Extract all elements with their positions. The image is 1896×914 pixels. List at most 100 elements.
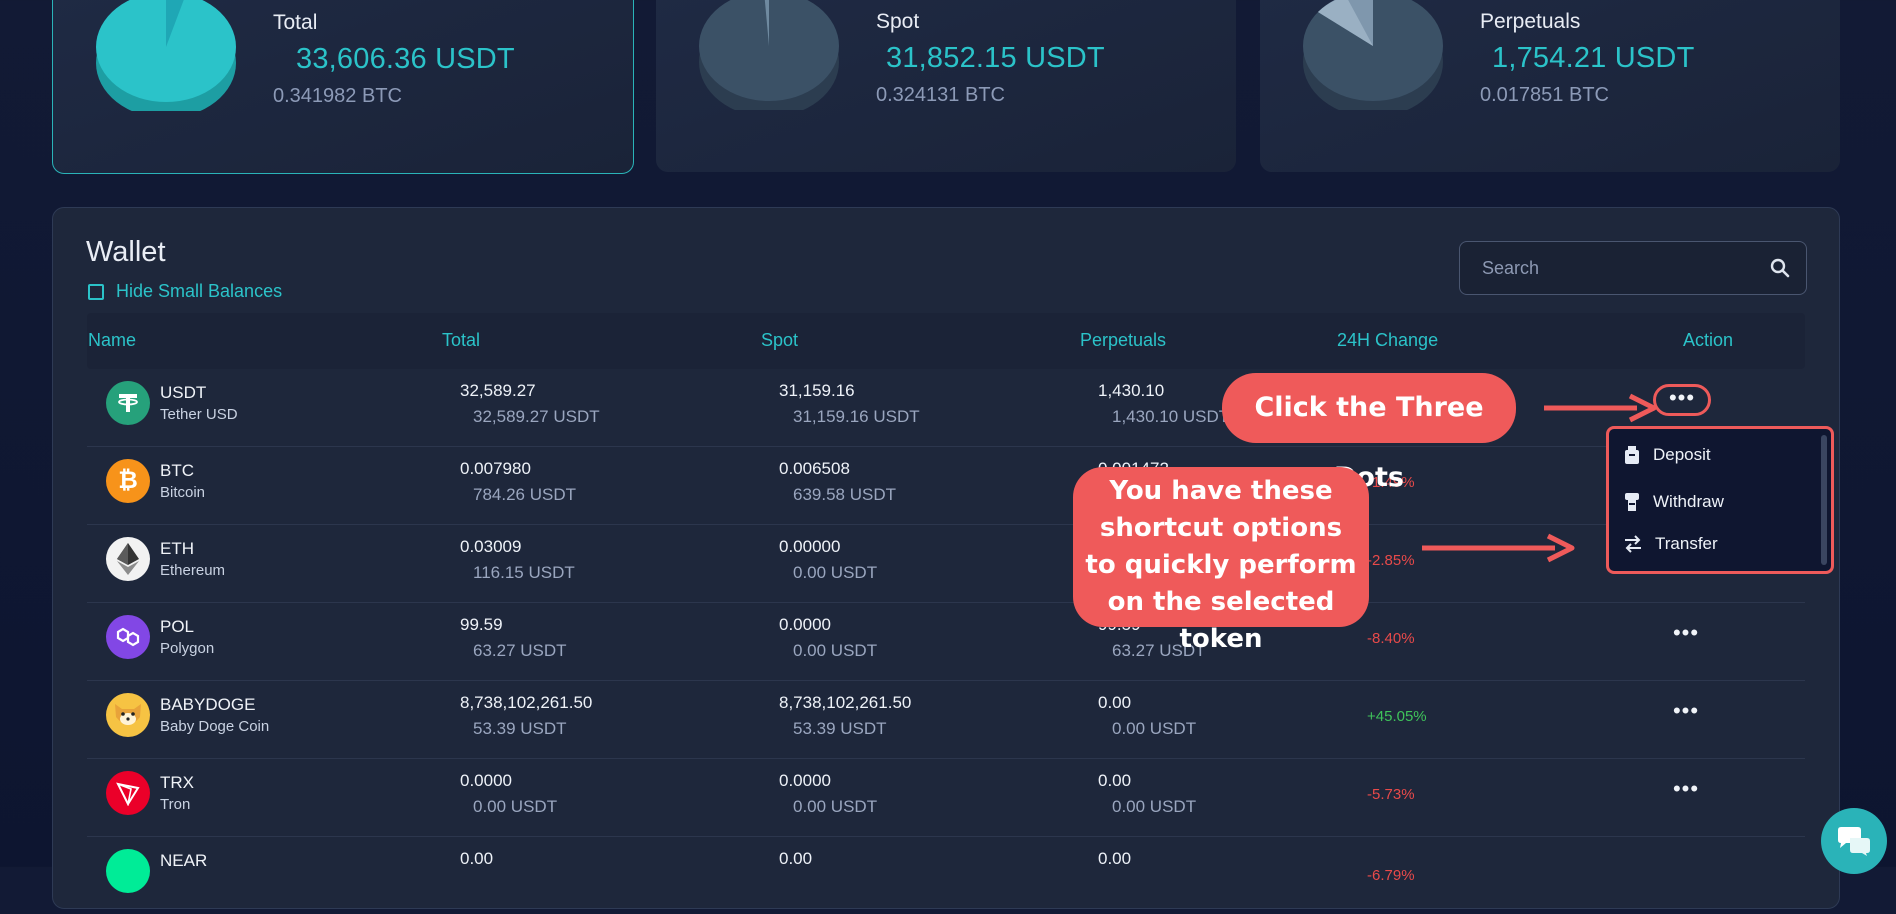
change-24h: -2.85% [1367,552,1415,569]
card-btc-value: 0.341982 BTC [273,85,402,107]
menu-item-transfer[interactable]: Transfer [1623,534,1718,554]
table-row[interactable]: NEAR 0.00 0.00 0.00 -6.79% [87,837,1805,914]
spot-usdt: 31,159.16 USDT [793,407,920,426]
token-name: Tron [160,796,191,813]
token-name: Polygon [160,640,215,657]
summary-card-spot[interactable]: Spot 31,852.15 USDT 0.324131 BTC [656,0,1236,172]
spot-amount: 0.006508 [779,459,850,478]
total-amount: 0.00 [460,849,494,868]
token-symbol: POL [160,617,195,636]
card-title: Spot [876,10,920,33]
card-amount: 33,606.36 USDT [296,43,515,75]
table-header: Name Total Spot Perpetuals 24H Change Ac… [87,313,1805,369]
spot-usdt: 639.58 USDT [793,485,896,504]
spot-amount: 0.00000 [779,537,841,556]
more-actions-button[interactable]: ••• [1669,700,1703,728]
search-box[interactable] [1459,241,1807,295]
change-24h: -6.79% [1367,867,1415,884]
spot-amount: 0.0000 [779,771,831,790]
callout-shortcut-options: You have these shortcut options to quick… [1073,467,1369,654]
card-title: Total [273,11,318,34]
menu-scrollbar[interactable] [1821,435,1827,565]
menu-item-deposit[interactable]: Deposit [1623,444,1711,466]
polygon-coin-icon [106,615,150,659]
change-24h: -8.40% [1367,630,1415,647]
tron-coin-icon [106,771,150,815]
withdraw-icon [1625,493,1639,511]
hide-small-balances-toggle[interactable]: Hide Small Balances [88,281,282,302]
perpetuals-pie-chart-icon [1303,0,1443,110]
spot-usdt: 0.00 USDT [793,797,878,816]
spot-usdt: 53.39 USDT [793,719,887,738]
spot-pie-chart-icon [699,0,839,110]
menu-item-label: Deposit [1653,445,1711,464]
table-row[interactable]: ₿ BTC Bitcoin 0.007980 784.26 USDT 0.006… [87,447,1805,525]
column-header-action: Action [1683,330,1734,350]
perpetuals-amount: 0.00 [1098,693,1132,712]
perpetuals-usdt: 0.00 USDT [1112,797,1197,816]
spot-usdt: 0.00 USDT [793,563,878,582]
perpetuals-amount: 1,430.10 [1098,381,1165,400]
near-coin-icon [106,849,150,893]
total-amount: 0.0000 [460,771,512,790]
column-header-total[interactable]: Total [442,330,480,351]
column-header-name[interactable]: Name [88,330,136,351]
token-symbol: NEAR [160,851,208,870]
chat-bubble-icon [1838,827,1870,856]
menu-item-withdraw[interactable]: Withdraw [1623,491,1724,513]
spot-amount: 31,159.16 [779,381,855,400]
usdt-coin-icon [106,381,150,425]
token-symbol: BABYDOGE [160,695,256,714]
token-symbol: USDT [160,383,207,402]
perpetuals-amount: 0.00 [1098,771,1132,790]
card-amount: 31,852.15 USDT [886,42,1105,74]
action-dropdown-menu: Deposit Withdraw Transfer [1606,426,1834,574]
spot-amount: 8,738,102,261.50 [779,693,912,712]
hide-small-balances-label: Hide Small Balances [116,281,283,301]
card-title: Perpetuals [1480,10,1581,33]
column-header-spot[interactable]: Spot [761,330,798,351]
token-name: Tether USD [160,406,238,423]
change-24h: -5.73% [1367,786,1415,803]
menu-item-label: Withdraw [1653,492,1724,511]
card-amount: 1,754.21 USDT [1492,42,1695,74]
table-row[interactable]: BABYDOGE Baby Doge Coin 8,738,102,261.50… [87,681,1805,759]
total-usdt: 63.27 USDT [473,641,567,660]
ethereum-coin-icon [106,537,150,581]
chat-support-button[interactable] [1821,808,1887,874]
total-amount: 0.03009 [460,537,522,556]
token-symbol: ETH [160,539,194,558]
token-name: Ethereum [160,562,226,579]
spot-usdt: 0.00 USDT [793,641,878,660]
checkbox[interactable] [88,283,104,300]
total-usdt: 116.15 USDT [473,563,575,582]
summary-card-perpetuals[interactable]: Perpetuals 1,754.21 USDT 0.017851 BTC [1260,0,1840,172]
more-actions-button[interactable]: ••• [1653,384,1711,416]
column-header-24h-change[interactable]: 24H Change [1337,330,1438,351]
deposit-icon [1625,446,1639,464]
card-btc-value: 0.017851 BTC [1480,84,1609,106]
arrow-to-dots-icon [1544,393,1657,423]
total-amount: 32,589.27 [460,381,536,400]
more-actions-button[interactable]: ••• [1669,778,1703,806]
search-input[interactable] [1480,256,1770,280]
token-name: Bitcoin [160,484,206,501]
table-row[interactable]: POL Polygon 99.59 63.27 USDT 0.0000 0.00… [87,603,1805,681]
total-amount: 99.59 [460,615,503,634]
summary-card-total[interactable]: Total 33,606.36 USDT 0.341982 BTC [52,0,634,174]
more-actions-button[interactable]: ••• [1669,622,1703,650]
spot-amount: 0.00 [779,849,813,868]
transfer-icon [1625,535,1641,553]
perpetuals-usdt: 1,430.10 USDT [1112,407,1230,426]
spot-amount: 0.0000 [779,615,831,634]
table-row[interactable]: TRX Tron 0.0000 0.00 USDT 0.0000 0.00 US… [87,759,1805,837]
total-usdt: 784.26 USDT [473,485,576,504]
total-usdt: 0.00 USDT [473,797,558,816]
perpetuals-usdt: 0.00 USDT [1112,719,1197,738]
search-icon[interactable] [1770,258,1790,278]
card-btc-value: 0.324131 BTC [876,84,1005,106]
bitcoin-coin-icon: ₿ [106,459,150,503]
total-pie-chart-icon [96,0,236,111]
column-header-perpetuals[interactable]: Perpetuals [1080,330,1166,351]
total-usdt: 32,589.27 USDT [473,407,600,426]
